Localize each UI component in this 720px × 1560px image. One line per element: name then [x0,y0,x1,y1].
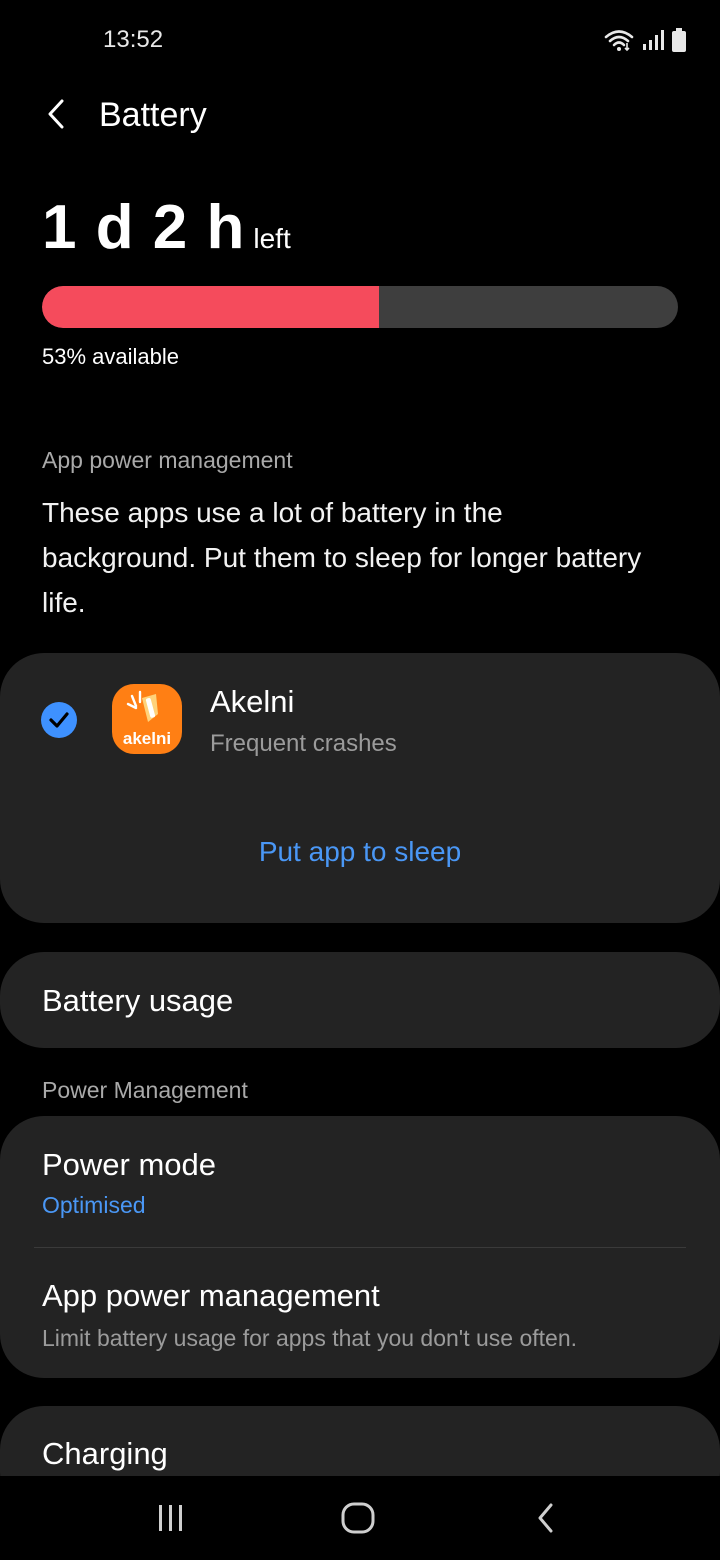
power-mode-title: Power mode [42,1147,217,1182]
wifi-icon [604,28,634,57]
navigation-bar [0,1476,720,1560]
app-sleep-card [0,653,720,923]
battery-level-bar [42,286,678,328]
app-status: Frequent crashes [210,730,397,757]
put-app-to-sleep-button[interactable]: Put app to sleep [0,836,720,868]
back-button[interactable] [36,94,76,138]
power-management-section-label: Power Management [42,1077,248,1103]
time-left-value: 1 d 2 h [42,193,246,262]
app-power-management-item[interactable]: App power management Limit battery usage… [0,1248,720,1378]
app-power-description: These apps use a lot of battery in the b… [42,497,642,618]
battery-usage-label: Battery usage [42,983,234,1018]
app-name: Akelni [210,684,295,719]
signal-icon [642,29,664,56]
power-mode-item[interactable]: Power mode Optimised [0,1116,720,1247]
app-power-management-title: App power management [42,1278,380,1313]
page-title: Battery [99,96,207,134]
status-icons [604,28,686,57]
time-left: 1 d 2 h left [42,192,291,263]
status-time: 13:52 [103,26,164,53]
akelni-app-icon: akelni [112,684,182,754]
time-left-suffix: left [253,223,291,254]
svg-text:akelni: akelni [123,729,171,748]
home-button[interactable] [328,1496,388,1540]
battery-available-text: 53% available [42,344,179,369]
app-select-checkbox[interactable] [41,702,77,738]
status-bar: 13:52 [0,0,720,84]
header: Battery [0,84,720,148]
battery-level-fill [42,286,380,328]
back-arrow-icon [46,98,66,135]
checkmark-icon [49,712,69,728]
power-mode-value: Optimised [42,1192,146,1218]
battery-status-icon [672,28,686,57]
nav-back-button[interactable] [516,1496,576,1540]
back-icon [538,1503,553,1533]
recent-apps-icon [159,1505,182,1531]
home-icon [341,1502,375,1534]
charging-label: Charging [42,1436,168,1471]
app-power-management-subtitle: Limit battery usage for apps that you do… [42,1325,577,1351]
recent-apps-button[interactable] [141,1496,201,1540]
app-power-section-label: App power management [42,447,293,473]
